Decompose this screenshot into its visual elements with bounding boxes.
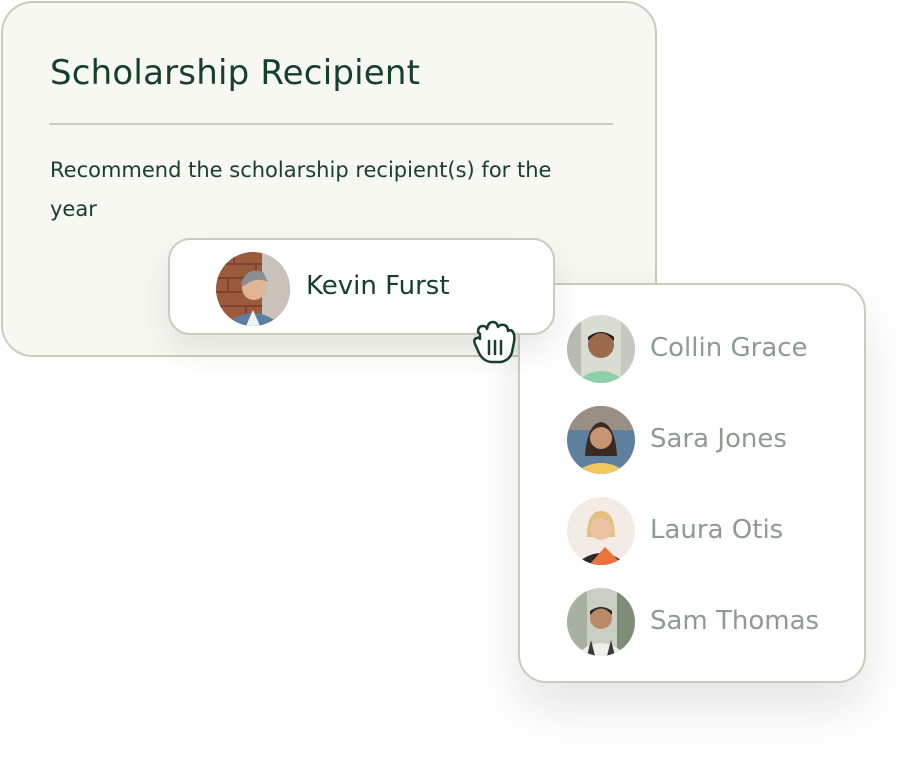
avatar bbox=[567, 588, 635, 656]
option-name: Sam Thomas bbox=[650, 606, 820, 636]
option-name: Laura Otis bbox=[650, 515, 784, 545]
option-laura-otis[interactable]: Laura Otis bbox=[520, 491, 864, 571]
card-description: Recommend the scholarship recipient(s) f… bbox=[50, 158, 552, 221]
option-collin-grace[interactable]: Collin Grace bbox=[520, 309, 864, 389]
avatar bbox=[567, 315, 635, 383]
option-sara-jones[interactable]: Sara Jones bbox=[520, 400, 864, 480]
recipient-dropdown: Collin Grace Sara Jones Laura Otis Sam T… bbox=[518, 283, 866, 683]
option-name: Collin Grace bbox=[650, 333, 808, 363]
card-title: Scholarship Recipient bbox=[50, 53, 421, 93]
avatar bbox=[216, 252, 290, 326]
grab-hand-icon bbox=[470, 318, 518, 366]
card-divider bbox=[49, 123, 613, 125]
option-name: Sara Jones bbox=[650, 424, 787, 454]
avatar bbox=[567, 497, 635, 565]
selected-recipient-name: Kevin Furst bbox=[306, 271, 450, 301]
option-sam-thomas[interactable]: Sam Thomas bbox=[520, 582, 864, 662]
avatar bbox=[567, 406, 635, 474]
